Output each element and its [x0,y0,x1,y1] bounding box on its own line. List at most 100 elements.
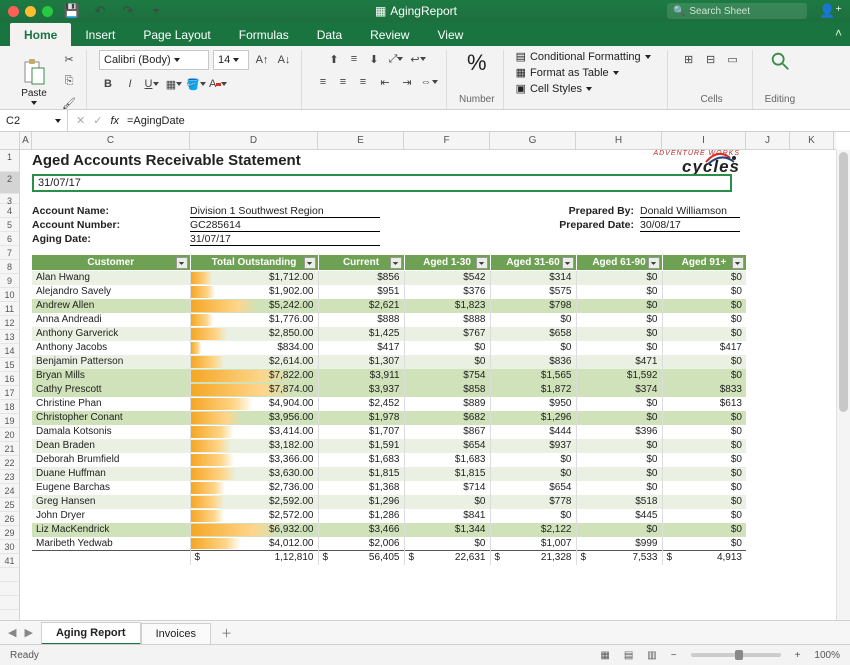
table-row[interactable]: John Dryer $2,572.00 $1,286 $841 $0 $445… [32,509,746,523]
minimize-window-icon[interactable] [25,6,36,17]
tab-review[interactable]: Review [356,23,423,46]
tab-view[interactable]: View [423,23,477,46]
bold-button[interactable]: B [99,75,117,93]
table-row[interactable]: Christine Phan $4,904.00 $2,452 $889 $95… [32,397,746,411]
collapse-ribbon-icon[interactable]: ˄ [835,26,842,40]
cancel-formula-icon[interactable]: ✕ [76,114,85,127]
tab-insert[interactable]: Insert [71,23,129,46]
column-header[interactable]: Aged 91+ [662,255,746,271]
zoom-in-icon[interactable]: + [795,650,801,661]
column-header[interactable]: Total Outstanding [190,255,318,271]
table-row[interactable]: Damala Kotsonis $3,414.00 $1,707 $867 $4… [32,425,746,439]
align-bottom-icon[interactable]: ⬇ [365,50,383,68]
tab-formulas[interactable]: Formulas [225,23,303,46]
qat-more-icon[interactable] [147,2,165,20]
align-middle-icon[interactable]: ≡ [345,50,363,68]
table-row[interactable]: Anna Andreadi $1,776.00 $888 $888 $0 $0 … [32,313,746,327]
format-cells-icon[interactable]: ▭ [724,50,742,68]
increase-font-icon[interactable]: A↑ [253,51,271,69]
underline-button[interactable]: U [143,75,161,93]
orientation-icon[interactable]: ⤢ [387,50,405,68]
percent-icon[interactable]: % [467,50,487,76]
user-icon[interactable]: 👤⁺ [819,3,842,19]
column-header[interactable]: Customer [32,255,190,271]
table-row[interactable]: Anthony Garverick $2,850.00 $1,425 $767 … [32,327,746,341]
next-sheet-icon[interactable]: ▶ [24,626,32,639]
merge-button[interactable]: ⇔ [420,73,438,91]
enter-formula-icon[interactable]: ✓ [93,114,102,127]
indent-right-icon[interactable]: ⇥ [398,73,416,91]
column-header[interactable]: Aged 61-90 [576,255,662,271]
filter-icon[interactable] [304,257,316,269]
redo-icon[interactable]: ↷ [119,2,137,20]
zoom-level[interactable]: 100% [814,650,840,661]
undo-icon[interactable]: ↶ [91,2,109,20]
italic-button[interactable]: I [121,75,139,93]
selected-cell[interactable]: 31/07/17 [32,174,732,192]
delete-cells-icon[interactable]: ⊟ [702,50,720,68]
font-color-button[interactable]: A [209,75,227,93]
save-icon[interactable]: 💾 [63,2,81,20]
view-normal-icon[interactable]: ▦ [600,650,609,661]
table-row[interactable]: Cathy Prescott $7,874.00 $3,937 $858 $1,… [32,383,746,397]
align-center-icon[interactable]: ≡ [334,73,352,91]
border-button[interactable]: ▦ [165,75,183,93]
table-row[interactable]: Duane Huffman $3,630.00 $1,815 $1,815 $0… [32,467,746,481]
select-all-corner[interactable] [0,132,20,150]
table-row[interactable]: Andrew Allen $5,242.00 $2,621 $1,823 $79… [32,299,746,313]
row-headers[interactable]: 1234567891011121314151617181920212223242… [0,150,20,640]
search-sheet-input[interactable]: 🔍 Search Sheet [667,3,807,19]
tab-data[interactable]: Data [303,23,356,46]
zoom-slider[interactable] [691,653,781,657]
indent-left-icon[interactable]: ⇤ [376,73,394,91]
sheet-tab-invoices[interactable]: Invoices [141,623,211,644]
align-right-icon[interactable]: ≡ [354,73,372,91]
view-page-break-icon[interactable]: ▥ [647,650,656,661]
copy-icon[interactable]: ⎘ [60,72,78,90]
table-row[interactable]: Bryan Mills $7,822.00 $3,911 $754 $1,565… [32,369,746,383]
align-top-icon[interactable]: ⬆ [325,50,343,68]
close-window-icon[interactable] [8,6,19,17]
tab-home[interactable]: Home [10,23,71,46]
filter-icon[interactable] [732,257,744,269]
font-size-combo[interactable]: 14 [213,50,249,70]
name-box[interactable]: C2 [0,110,68,131]
fill-color-button[interactable]: 🪣 [187,75,205,93]
tab-page-layout[interactable]: Page Layout [129,23,224,46]
formula-input[interactable]: =AgingDate [127,115,185,127]
grid-area[interactable]: Aged Accounts Receivable Statement ADVEN… [20,150,836,640]
zoom-out-icon[interactable]: − [671,650,677,661]
table-row[interactable]: Dean Braden $3,182.00 $1,591 $654 $937 $… [32,439,746,453]
filter-icon[interactable] [648,257,660,269]
vertical-scrollbar[interactable] [836,150,850,640]
filter-icon[interactable] [476,257,488,269]
column-header[interactable]: Aged 1-30 [404,255,490,271]
insert-cells-icon[interactable]: ⊞ [680,50,698,68]
cell-styles-button[interactable]: ▣ Cell Styles [516,82,592,95]
font-name-combo[interactable]: Calibri (Body) [99,50,209,70]
column-header[interactable]: Current [318,255,404,271]
fx-icon[interactable]: fx [110,115,119,127]
conditional-formatting-button[interactable]: ▤ Conditional Formatting [516,50,651,63]
paste-button[interactable]: Paste [14,58,54,105]
column-header[interactable]: Aged 31-60 [490,255,576,271]
table-row[interactable]: Benjamin Patterson $2,614.00 $1,307 $0 $… [32,355,746,369]
decrease-font-icon[interactable]: A↓ [275,51,293,69]
cut-icon[interactable]: ✂ [60,50,78,68]
filter-icon[interactable] [562,257,574,269]
table-row[interactable]: Liz MacKendrick $6,932.00 $3,466 $1,344 … [32,523,746,537]
table-row[interactable]: Maribeth Yedwab $4,012.00 $2,006 $0 $1,0… [32,537,746,551]
maximize-window-icon[interactable] [42,6,53,17]
filter-icon[interactable] [176,257,188,269]
wrap-text-icon[interactable]: ↩ [409,50,427,68]
add-sheet-button[interactable]: ＋ [211,621,242,645]
align-left-icon[interactable]: ≡ [314,73,332,91]
table-row[interactable]: Alan Hwang $1,712.00 $856 $542 $314 $0 $… [32,271,746,285]
find-icon[interactable] [769,50,791,72]
prev-sheet-icon[interactable]: ◀ [8,626,16,639]
table-row[interactable]: Anthony Jacobs $834.00 $417 $0 $0 $0 $41… [32,341,746,355]
table-row[interactable]: Greg Hansen $2,592.00 $1,296 $0 $778 $51… [32,495,746,509]
table-row[interactable]: Eugene Barchas $2,736.00 $1,368 $714 $65… [32,481,746,495]
table-row[interactable]: Alejandro Savely $1,902.00 $951 $376 $57… [32,285,746,299]
filter-icon[interactable] [390,257,402,269]
